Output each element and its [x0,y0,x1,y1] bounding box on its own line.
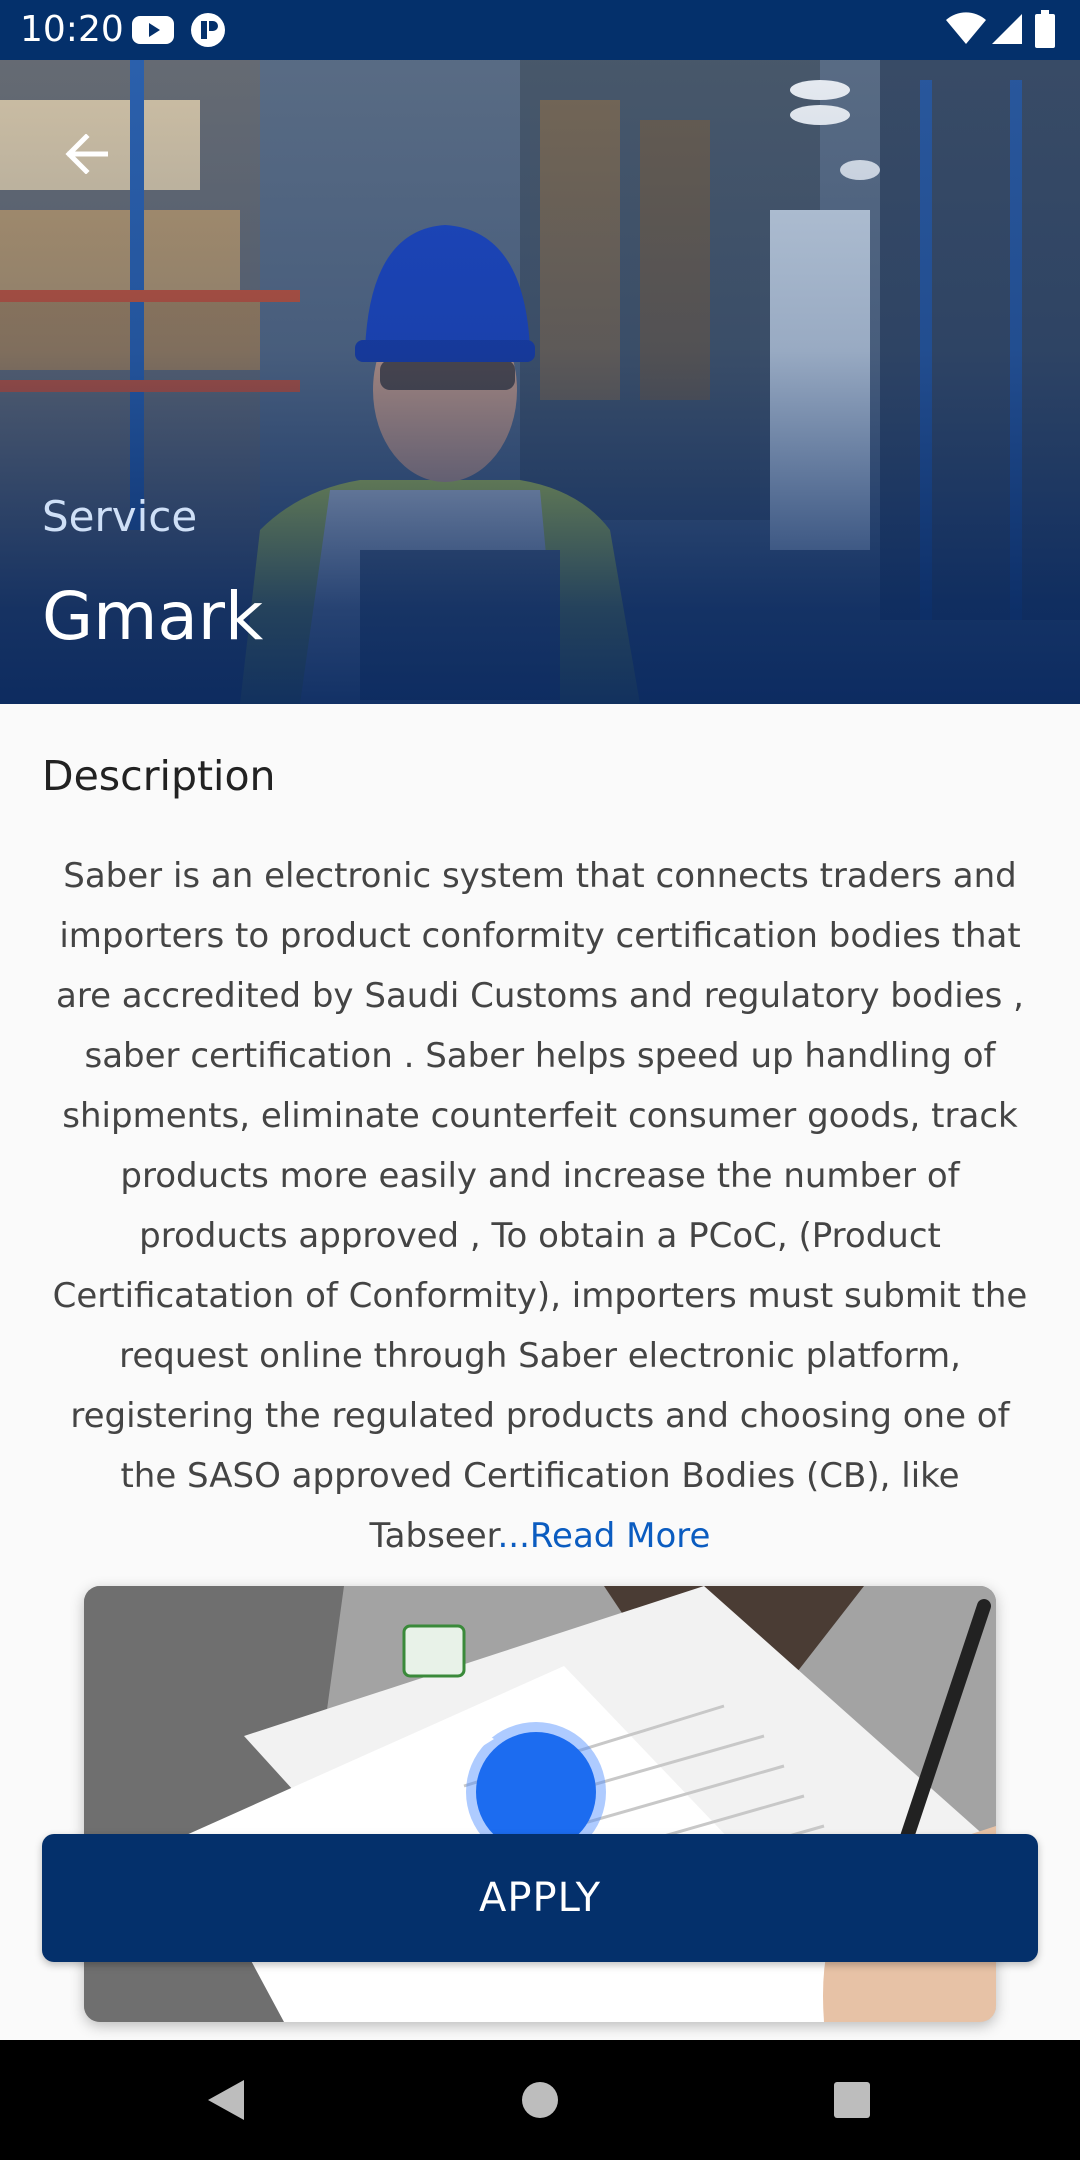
apply-button[interactable]: APPLY [42,1834,1038,1962]
battery-icon [1034,10,1056,53]
nav-home-button[interactable] [510,2070,570,2130]
hero-banner: Service Gmark [0,60,1080,704]
recents-square-icon [834,2082,870,2118]
nav-recents-button[interactable] [822,2070,882,2130]
read-more-link[interactable]: ...Read More [498,1516,711,1556]
wifi-icon [946,12,986,51]
description-body: Saber is an electronic system that conne… [52,856,1028,1556]
system-nav-bar [0,2040,1080,2160]
status-time: 10:20 [20,9,124,50]
status-bar: 10:20 [0,0,1080,60]
back-triangle-icon [208,2080,244,2120]
description-text: Saber is an electronic system that conne… [42,846,1038,1566]
signal-icon [990,12,1024,51]
page-title: Gmark [42,578,264,655]
play-icon [470,1724,494,1754]
nav-back-button[interactable] [196,2070,256,2130]
home-circle-icon [522,2082,558,2118]
back-button[interactable] [50,118,122,190]
youtube-icon [132,14,174,51]
app-notification-icon [190,12,226,53]
service-caption: Service [42,492,198,541]
description-heading: Description [42,752,276,800]
arrow-left-icon [65,134,108,174]
